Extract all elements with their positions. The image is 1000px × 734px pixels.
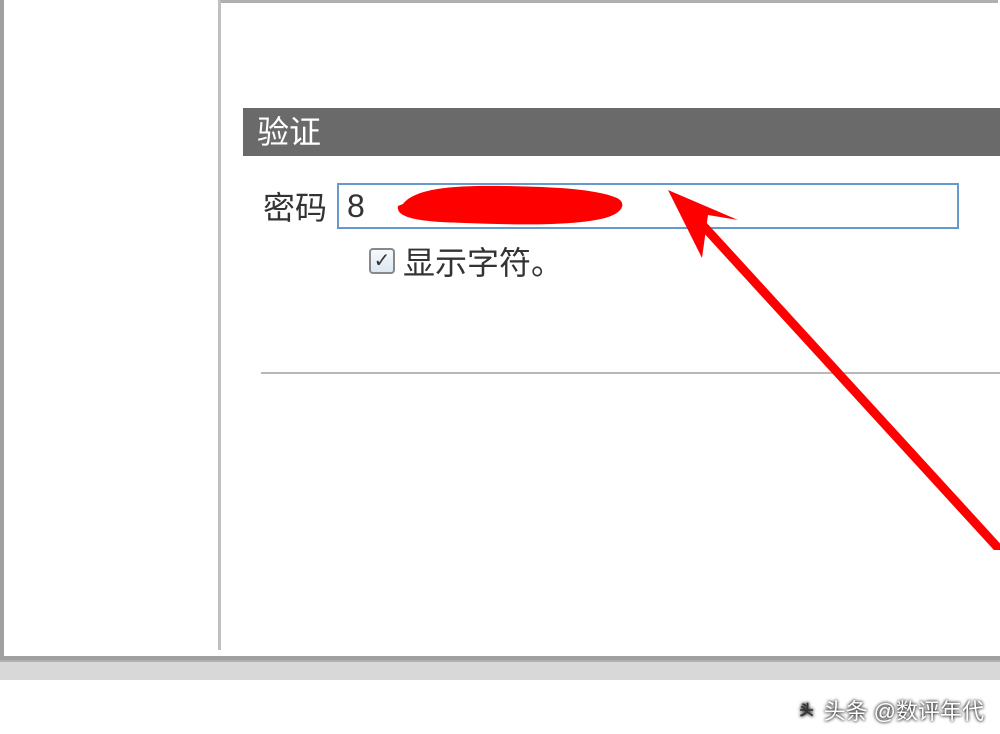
show-chars-label: 显示字符。 <box>403 238 563 284</box>
watermark-icon: 头 <box>796 699 818 721</box>
password-label: 密码 <box>263 183 327 229</box>
password-input[interactable] <box>337 183 959 229</box>
section-header-verification: 验证 <box>243 108 1000 156</box>
bottom-bar <box>0 660 1000 680</box>
section-title: 验证 <box>257 114 321 150</box>
password-row: 密码 <box>263 183 959 229</box>
checkmark-icon: ✓ <box>374 251 391 271</box>
divider <box>261 372 1000 374</box>
content-panel: 验证 密码 ✓ 显示字符。 <box>218 0 998 650</box>
watermark-prefix: 头条 <box>824 694 868 726</box>
top-divider <box>221 0 998 3</box>
watermark: 头 头条 @数评年代 <box>796 694 984 726</box>
watermark-handle: @数评年代 <box>874 694 984 726</box>
show-chars-checkbox[interactable]: ✓ <box>369 248 395 274</box>
sidebar <box>4 0 218 650</box>
show-chars-row: ✓ 显示字符。 <box>369 238 563 284</box>
